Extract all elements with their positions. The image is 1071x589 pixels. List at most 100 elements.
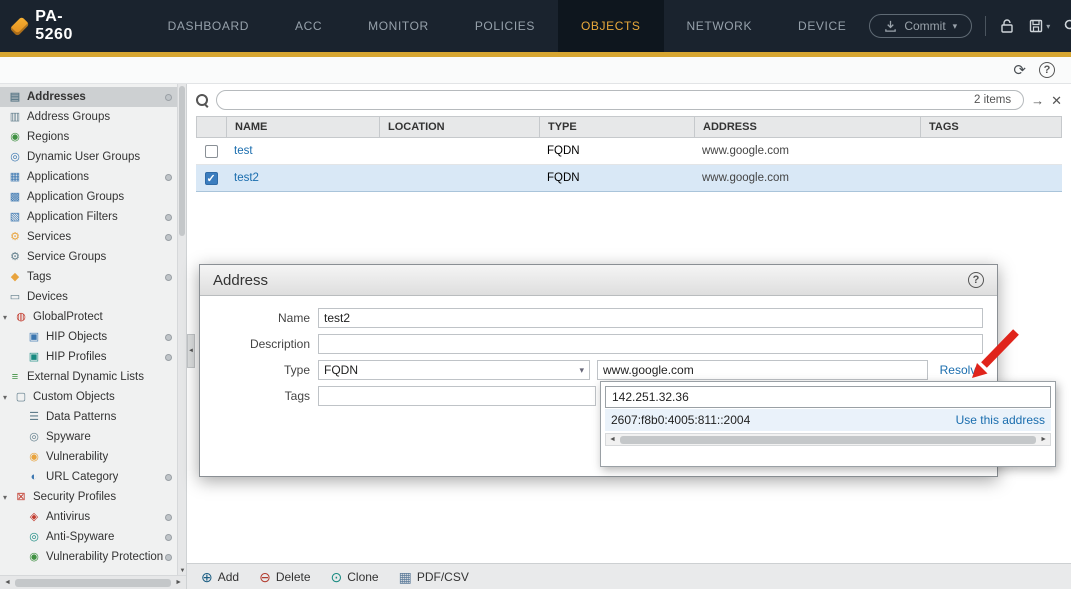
sidebar-item-application-filters[interactable]: ▧Application Filters [0, 207, 186, 227]
address-name-link[interactable]: test [226, 145, 379, 157]
tab-acc[interactable]: ACC [272, 0, 345, 52]
popup-horizontal-scrollbar[interactable]: ◄ ► [605, 433, 1051, 446]
pdf-csv-button[interactable]: ▦PDF/CSV [399, 570, 469, 584]
delete-label: Delete [276, 570, 311, 584]
table-row[interactable]: test FQDN www.google.com [196, 138, 1062, 165]
pending-change-dot [165, 234, 172, 241]
collapse-chevron-icon[interactable]: ▾ [3, 313, 14, 322]
resolve-link[interactable]: Resolve [940, 363, 983, 377]
scroll-left-icon[interactable]: ◄ [2, 579, 13, 586]
sidebar-item-anti-spyware[interactable]: ◎Anti-Spyware [0, 527, 186, 547]
help-icon[interactable] [1039, 62, 1055, 78]
tab-device[interactable]: DEVICE [775, 0, 869, 52]
sidebar-item-security-profiles[interactable]: ▾⊠Security Profiles [0, 487, 186, 507]
tab-objects[interactable]: OBJECTS [558, 0, 664, 52]
resolved-address-item[interactable]: 2607:f8b0:4005:811::2004 Use this addres… [605, 409, 1051, 431]
column-location[interactable]: LOCATION [380, 117, 540, 137]
sidebar-item-applications[interactable]: ▦Applications [0, 167, 186, 187]
scrollbar-thumb[interactable] [620, 436, 1036, 444]
sidebar-item-vulnerability[interactable]: ◉Vulnerability [0, 447, 186, 467]
lock-icon[interactable] [999, 18, 1015, 34]
sidebar-item-label: Application Filters [27, 211, 118, 223]
filter-bar: 2 items → ✕ [196, 89, 1062, 111]
fqdn-field[interactable] [597, 360, 928, 380]
object-filter-input[interactable]: 2 items [216, 90, 1024, 110]
sidebar-item-hip-profiles[interactable]: ▣HIP Profiles [0, 347, 186, 367]
config-save-icon[interactable]: ▾ [1028, 18, 1050, 34]
sidebar-item-globalprotect[interactable]: ▾◍GlobalProtect [0, 307, 186, 327]
search-icon [196, 94, 209, 107]
sidebar-item-antivirus[interactable]: ◈Antivirus [0, 507, 186, 527]
clone-button[interactable]: ⊙Clone [331, 570, 379, 584]
sidebar-vertical-scrollbar[interactable]: ▼ [177, 84, 186, 575]
tab-policies[interactable]: POLICIES [452, 0, 558, 52]
search-icon[interactable] [1063, 18, 1071, 34]
scroll-down-icon[interactable]: ▼ [178, 568, 187, 574]
sidebar-item-devices[interactable]: ▭Devices [0, 287, 186, 307]
add-button[interactable]: ⊕Add [201, 570, 239, 584]
name-field[interactable] [318, 308, 983, 328]
dialog-title: Address [213, 272, 268, 289]
address-value: www.google.com [694, 145, 920, 157]
tab-monitor[interactable]: MONITOR [345, 0, 452, 52]
tab-dashboard[interactable]: DASHBOARD [145, 0, 272, 52]
sidebar-item-spyware[interactable]: ◎Spyware [0, 427, 186, 447]
sidebar-item-regions[interactable]: ◉Regions [0, 127, 186, 147]
sidebar-item-service-groups[interactable]: ⚙Service Groups [0, 247, 186, 267]
scrollbar-thumb[interactable] [15, 579, 171, 587]
sidebar-item-tags[interactable]: ◆Tags [0, 267, 186, 287]
sidebar-item-data-patterns[interactable]: ☰Data Patterns [0, 407, 186, 427]
sidebar-item-addresses[interactable]: ▤ Addresses [0, 87, 186, 107]
sidebar-item-address-groups[interactable]: ▥ Address Groups [0, 107, 186, 127]
sidebar-item-application-groups[interactable]: ▩Application Groups [0, 187, 186, 207]
use-this-address-link[interactable]: Use this address [956, 413, 1045, 427]
sidebar-item-label: Address Groups [27, 111, 110, 123]
sidebar-horizontal-scrollbar[interactable]: ◄ ► [0, 575, 186, 589]
row-checkbox[interactable] [205, 145, 218, 158]
sidebar-item-label: Application Groups [27, 191, 124, 203]
sidebar-item-label: Security Profiles [33, 491, 116, 503]
sidebar-item-vulnerability-protection[interactable]: ◉Vulnerability Protection [0, 547, 186, 567]
sidebar-item-external-dynamic-lists[interactable]: ≡External Dynamic Lists [0, 367, 186, 387]
dialog-help-icon[interactable] [968, 272, 984, 288]
address-name-link[interactable]: test2 [226, 172, 379, 184]
column-address[interactable]: ADDRESS [695, 117, 921, 137]
resolved-address-item[interactable]: 142.251.32.36 [605, 386, 1051, 408]
sidebar-item-dynamic-user-groups[interactable]: ◎Dynamic User Groups [0, 147, 186, 167]
addresses-icon: ▤ [8, 92, 22, 103]
dialog-titlebar: Address [200, 265, 997, 296]
apply-filter-arrow-icon[interactable]: → [1031, 94, 1044, 107]
sidebar-item-hip-objects[interactable]: ▣HIP Objects [0, 327, 186, 347]
scroll-left-icon[interactable]: ◄ [607, 436, 618, 443]
column-tags[interactable]: TAGS [921, 117, 1061, 137]
sidebar-collapse-handle[interactable]: ◄ [187, 334, 195, 368]
table-row-selected[interactable]: test2 FQDN www.google.com [196, 165, 1062, 192]
scroll-right-icon[interactable]: ► [1038, 436, 1049, 443]
column-name[interactable]: NAME [227, 117, 380, 137]
antivirus-icon: ◈ [27, 512, 41, 523]
delete-button[interactable]: ⊖Delete [259, 570, 310, 584]
sidebar-item-url-category[interactable]: ◐URL Category [0, 467, 186, 487]
sidebar-item-label: Addresses [27, 91, 86, 103]
pending-change-dot [165, 534, 172, 541]
scrollbar-thumb[interactable] [179, 86, 185, 236]
type-dropdown[interactable]: FQDN ▾ [318, 360, 590, 380]
column-type[interactable]: TYPE [540, 117, 695, 137]
refresh-icon[interactable]: ⟳ [1013, 63, 1026, 78]
sidebar-item-label: Spyware [46, 431, 91, 443]
tab-network[interactable]: NETWORK [664, 0, 776, 52]
description-field[interactable] [318, 334, 983, 354]
applications-icon: ▦ [8, 172, 22, 183]
type-selected-value: FQDN [324, 363, 358, 377]
clear-filter-icon[interactable]: ✕ [1051, 94, 1062, 107]
sidebar-item-custom-objects[interactable]: ▾▢Custom Objects [0, 387, 186, 407]
sidebar-item-services[interactable]: ⚙Services [0, 227, 186, 247]
collapse-chevron-icon[interactable]: ▾ [3, 493, 14, 502]
row-checkbox-checked[interactable] [205, 172, 218, 185]
commit-button[interactable]: Commit ▾ [869, 14, 972, 38]
scroll-right-icon[interactable]: ► [173, 579, 184, 586]
collapse-chevron-icon[interactable]: ▾ [3, 393, 14, 402]
chevron-down-icon: ▾ [953, 21, 958, 32]
address-groups-icon: ▥ [8, 112, 22, 123]
tags-field[interactable] [318, 386, 596, 406]
